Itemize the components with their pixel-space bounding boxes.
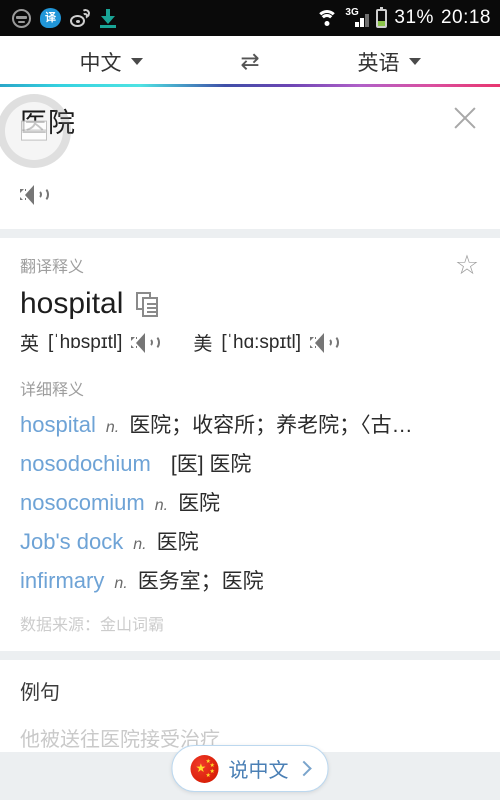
definition-row[interactable]: Job's dock n. 医院	[0, 517, 500, 556]
translation-section-header: 翻译释义 ☆	[0, 238, 500, 279]
definition-row[interactable]: nosodochium [医] 医院	[0, 439, 500, 478]
headword-text: hospital	[20, 287, 124, 320]
translate-icon: 译	[40, 8, 61, 28]
speak-query-button[interactable]	[18, 185, 49, 205]
detail-section-title: 详细释义	[20, 382, 85, 399]
download-icon	[99, 8, 117, 28]
status-indicators: 3G 31% 20:18	[316, 6, 491, 29]
definition-pos: n.	[133, 536, 147, 553]
phonetic-uk-ipa: [ˈhɒspɪtl]	[48, 331, 123, 353]
definition-row[interactable]: hospital n. 医院；收容所；养老院；〈古…	[0, 400, 500, 439]
definition-term: infirmary	[20, 568, 105, 593]
examples-section-title: 例句	[20, 682, 60, 704]
face-icon	[12, 8, 31, 28]
target-language-label: 英语	[357, 51, 400, 75]
wifi-icon	[316, 9, 339, 27]
translation-card: 翻译释义 ☆ hospital 英 [ˈhɒspɪtl] 美 [ˈhɑ:spɪtl]…	[0, 238, 500, 651]
speak-uk-button[interactable]	[129, 332, 161, 353]
definition-meaning: 医院	[178, 492, 221, 515]
weibo-icon	[70, 8, 91, 28]
copy-icon[interactable]	[136, 291, 159, 317]
definition-meaning: 医院	[156, 531, 199, 554]
chevron-down-icon	[408, 58, 421, 65]
speak-us-button[interactable]	[308, 332, 340, 353]
definition-term: hospital	[20, 412, 96, 437]
battery-percent-label: 31%	[394, 7, 434, 28]
definition-meaning: 医院；收容所；养老院；〈古…	[129, 414, 413, 437]
status-notification-icons: 译	[12, 8, 117, 28]
chevron-right-icon	[296, 760, 312, 777]
section-divider	[0, 651, 500, 660]
source-language-selector[interactable]: 中文	[0, 47, 222, 77]
clock-label: 20:18	[440, 7, 491, 28]
definition-term: Job's dock	[20, 529, 124, 554]
definition-row[interactable]: nosocomium n. 医院	[0, 478, 500, 517]
definition-term: nosodochium	[20, 451, 151, 476]
definition-pos: n.	[114, 575, 128, 592]
examples-card: 例句 他被送往医院接受治疗	[0, 660, 500, 752]
phonetic-uk-region: 英	[20, 334, 40, 355]
section-divider	[0, 229, 500, 238]
translation-section-title: 翻译释义	[20, 259, 85, 276]
definition-meaning: [医] 医院	[170, 453, 252, 476]
data-source-label: 数据来源：金山词霸	[20, 617, 165, 634]
phonetic-us-region: 美	[193, 334, 213, 355]
floating-assistant-ball[interactable]	[0, 94, 71, 168]
phonetic-uk: 英 [ˈhɒspɪtl]	[20, 329, 161, 356]
definition-meaning: 医务室；医院	[137, 570, 264, 593]
target-language-selector[interactable]: 英语	[278, 47, 500, 77]
search-area: 医院	[0, 87, 500, 229]
favorite-star-icon[interactable]: ☆	[454, 252, 480, 279]
phonetic-us: 美 [ˈhɑ:spɪtl]	[193, 329, 340, 356]
definition-pos: n.	[154, 497, 169, 514]
language-selector-bar: 中文 ⇄ 英语	[0, 36, 500, 87]
definition-pos: n.	[105, 419, 120, 436]
cn-flag-icon: ★ ★ ★ ★ ★	[190, 754, 219, 783]
swap-languages-button[interactable]: ⇄	[222, 50, 278, 73]
status-bar: 译 3G 31% 20:18	[0, 0, 500, 36]
speak-chinese-label: 说中文	[228, 760, 289, 782]
headword-row: hospital	[0, 278, 500, 321]
chevron-down-icon	[130, 58, 143, 65]
phonetic-us-ipa: [ˈhɑ:spɪtl]	[221, 331, 302, 353]
source-language-label: 中文	[79, 51, 122, 75]
phonetics-row: 英 [ˈhɒspɪtl] 美 [ˈhɑ:spɪtl]	[0, 321, 500, 356]
clear-search-button[interactable]	[448, 101, 482, 135]
cellular-signal-icon: 3G	[345, 8, 370, 27]
definition-row[interactable]: infirmary n. 医务室；医院	[0, 556, 500, 595]
battery-icon	[376, 6, 388, 28]
definition-term: nosocomium	[20, 490, 145, 515]
speak-chinese-button[interactable]: ★ ★ ★ ★ ★ 说中文	[171, 745, 329, 792]
